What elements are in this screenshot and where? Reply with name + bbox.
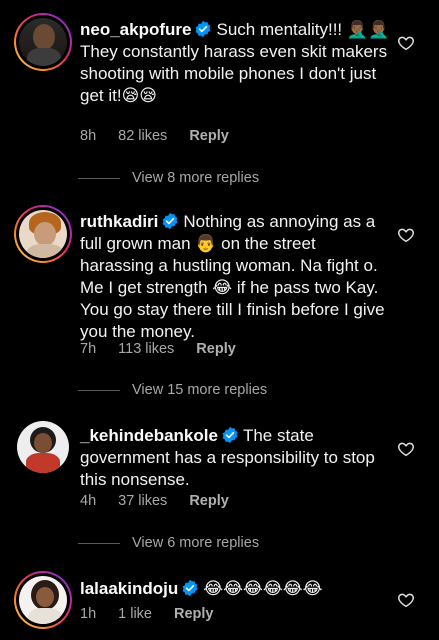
verified-badge-icon bbox=[194, 20, 212, 38]
comment-likes[interactable]: 1 like bbox=[118, 606, 152, 622]
avatar[interactable] bbox=[14, 418, 72, 476]
comment-likes[interactable]: 82 likes bbox=[118, 128, 167, 144]
avatar[interactable] bbox=[14, 205, 72, 263]
reply-button[interactable]: Reply bbox=[189, 128, 229, 144]
like-heart-icon[interactable] bbox=[397, 591, 415, 609]
like-heart-icon[interactable] bbox=[397, 226, 415, 244]
like-heart-icon[interactable] bbox=[397, 34, 415, 52]
view-more-replies[interactable]: View 6 more replies bbox=[78, 535, 259, 551]
comment-time: 1h bbox=[80, 606, 97, 622]
reply-button[interactable]: Reply bbox=[196, 341, 236, 357]
comment-text: 😂😂😂😂😂😂 bbox=[203, 579, 323, 598]
divider bbox=[78, 177, 120, 179]
verified-badge-icon bbox=[161, 212, 179, 230]
view-more-label: View 6 more replies bbox=[132, 535, 260, 551]
divider bbox=[78, 389, 120, 391]
comment-username[interactable]: ruthkadiri bbox=[80, 212, 158, 231]
comment-time: 7h bbox=[80, 341, 97, 357]
comment-username[interactable]: lalaakindoju bbox=[80, 579, 178, 598]
view-more-replies[interactable]: View 8 more replies bbox=[78, 170, 259, 186]
comment-time: 4h bbox=[80, 493, 97, 509]
avatar[interactable] bbox=[14, 13, 72, 71]
divider bbox=[78, 542, 120, 544]
view-more-replies[interactable]: View 15 more replies bbox=[78, 382, 267, 398]
comment-likes[interactable]: 113 likes bbox=[118, 341, 174, 357]
view-more-label: View 8 more replies bbox=[132, 170, 260, 186]
verified-badge-icon bbox=[181, 579, 199, 597]
comment-text: Nothing as annoying as a full grown man … bbox=[80, 212, 385, 341]
view-more-label: View 15 more replies bbox=[132, 382, 268, 398]
like-heart-icon[interactable] bbox=[397, 440, 415, 458]
reply-button[interactable]: Reply bbox=[174, 606, 214, 622]
comment-username[interactable]: neo_akpofure bbox=[80, 20, 191, 39]
verified-badge-icon bbox=[221, 426, 239, 444]
avatar[interactable] bbox=[14, 571, 72, 629]
comment-time: 8h bbox=[80, 128, 97, 144]
reply-button[interactable]: Reply bbox=[189, 493, 229, 509]
comment-likes[interactable]: 37 likes bbox=[118, 493, 167, 509]
comment-username[interactable]: _kehindebankole bbox=[80, 426, 218, 445]
